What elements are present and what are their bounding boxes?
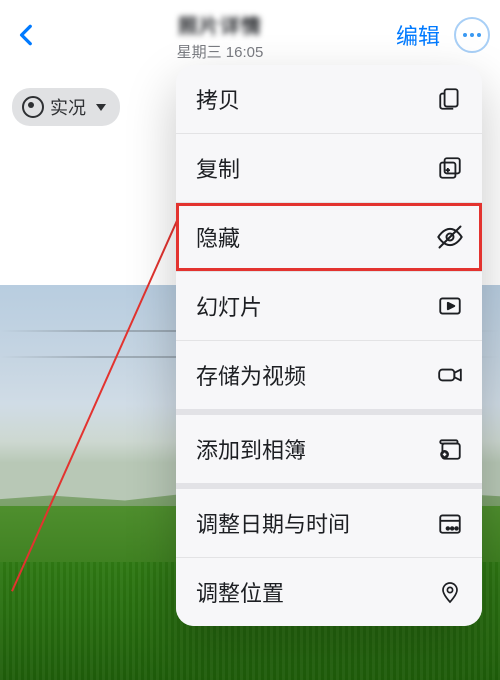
live-photo-badge[interactable]: 实况 <box>12 88 120 126</box>
chevron-down-icon <box>96 104 106 111</box>
location-pin-icon <box>436 578 464 606</box>
header-subtitle: 星期三 16:05 <box>177 41 264 62</box>
header-bar: 照片详情 星期三 16:05 编辑 <box>0 0 500 64</box>
add-to-album-icon <box>436 435 464 463</box>
copy-doc-icon <box>436 85 464 113</box>
menu-item-adjust-location[interactable]: 调整位置 <box>176 558 482 626</box>
live-label: 实况 <box>50 94 86 120</box>
header-actions: 编辑 <box>396 17 490 53</box>
menu-item-label: 拷贝 <box>196 83 436 115</box>
more-button[interactable] <box>454 17 490 53</box>
eye-slash-icon <box>436 223 464 251</box>
live-icon <box>22 96 44 118</box>
duplicate-icon <box>436 154 464 182</box>
menu-item-save-as-video[interactable]: 存储为视频 <box>176 341 482 415</box>
menu-item-add-to-album[interactable]: 添加到相簿 <box>176 415 482 489</box>
menu-item-label: 存储为视频 <box>196 359 436 391</box>
menu-item-label: 幻灯片 <box>196 290 436 322</box>
menu-item-slideshow[interactable]: 幻灯片 <box>176 272 482 341</box>
menu-item-label: 复制 <box>196 152 436 184</box>
menu-item-duplicate[interactable]: 复制 <box>176 134 482 203</box>
back-button[interactable] <box>10 18 44 52</box>
menu-item-label: 调整日期与时间 <box>196 507 436 539</box>
menu-item-label: 调整位置 <box>196 576 436 608</box>
action-menu: 拷贝 复制 隐藏 <box>176 65 482 626</box>
photo-detail-screen: 照片详情 星期三 16:05 编辑 实况 拷贝 <box>0 0 500 680</box>
menu-item-label: 隐藏 <box>196 221 436 253</box>
menu-item-label: 添加到相簿 <box>196 433 436 465</box>
play-rect-icon <box>436 292 464 320</box>
menu-item-hide[interactable]: 隐藏 <box>176 203 482 272</box>
menu-item-adjust-datetime[interactable]: 调整日期与时间 <box>176 489 482 558</box>
menu-item-copy[interactable]: 拷贝 <box>176 65 482 134</box>
video-camera-icon <box>436 361 464 389</box>
header-title: 照片详情 <box>178 10 262 39</box>
edit-button[interactable]: 编辑 <box>396 19 440 51</box>
header-title-block: 照片详情 星期三 16:05 <box>177 10 264 62</box>
calendar-icon <box>436 509 464 537</box>
